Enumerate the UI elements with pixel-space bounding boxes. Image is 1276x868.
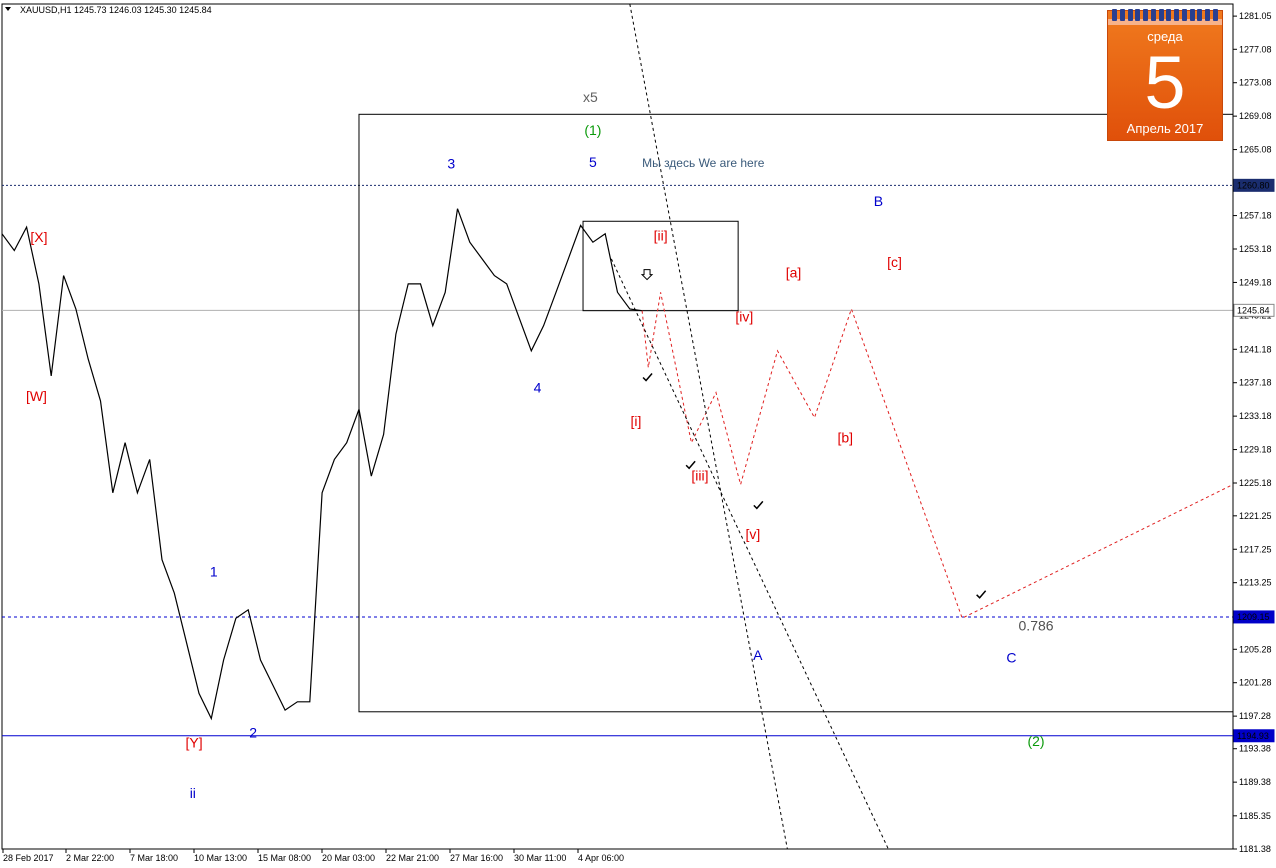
calendar-ring <box>1166 9 1172 21</box>
y-tick-label: 1185.35 <box>1239 811 1271 821</box>
check-icon <box>642 373 653 382</box>
wave-label: A <box>753 647 763 663</box>
wave-label: [b] <box>837 430 853 446</box>
trend-line <box>610 258 889 850</box>
y-tick-label: 1221.25 <box>1239 511 1272 521</box>
y-tick-label: 1229.18 <box>1239 445 1272 455</box>
calendar-ring <box>1112 9 1117 21</box>
x-tick-label: 28 Feb 2017 <box>3 853 54 863</box>
y-tick-label: 1273.08 <box>1239 78 1272 88</box>
calendar-ring <box>1127 9 1133 21</box>
y-tick-label: 1193.38 <box>1239 744 1271 754</box>
wave-label: ii <box>190 785 196 801</box>
wave-label: [Y] <box>185 735 202 751</box>
y-tick-label: 1237.18 <box>1239 378 1272 388</box>
wave-label: [c] <box>887 254 902 270</box>
y-tick-label: 1213.25 <box>1239 578 1272 588</box>
chart-header: XAUUSD,H1 1245.73 1246.03 1245.30 1245.8… <box>20 5 212 15</box>
calendar-ring <box>1135 9 1141 21</box>
y-tick-label: 1269.08 <box>1239 111 1272 121</box>
y-tick-label: 1281.05 <box>1239 11 1272 21</box>
wave-label: 0.786 <box>1019 618 1054 634</box>
wave-label: [ii] <box>654 227 668 243</box>
calendar-ring <box>1205 9 1211 21</box>
price-tag-label: 1245.84 <box>1237 305 1270 315</box>
x-tick-label: 22 Mar 21:00 <box>386 853 439 863</box>
y-tick-label: 1225.18 <box>1239 478 1272 488</box>
wave-label: x5 <box>583 89 598 105</box>
wave-label: (1) <box>584 122 601 138</box>
wave-label: [v] <box>746 526 761 542</box>
y-tick-label: 1257.18 <box>1239 211 1272 221</box>
arrow-down-icon <box>640 269 654 281</box>
wave-label: [iii] <box>691 467 708 483</box>
wave-label: [iv] <box>735 309 753 325</box>
calendar-ring <box>1181 9 1187 21</box>
calendar-ring <box>1212 9 1218 21</box>
calendar-month: Апрель 2017 <box>1126 121 1204 136</box>
wave-label: [W] <box>26 388 47 404</box>
x-tick-label: 15 Mar 08:00 <box>258 853 311 863</box>
x-tick-label: 4 Apr 06:00 <box>578 853 624 863</box>
calendar-ring <box>1158 9 1164 21</box>
y-tick-label: 1189.38 <box>1239 777 1271 787</box>
wave-label: Мы здесь We are here <box>642 156 765 170</box>
wave-label: 5 <box>589 154 597 170</box>
triangle-down-icon[interactable] <box>5 7 11 11</box>
y-tick-label: 1277.08 <box>1239 44 1272 54</box>
check-icon <box>976 590 987 599</box>
wave-label: [i] <box>631 413 642 429</box>
price-tag-label: 1194.93 <box>1237 731 1269 741</box>
y-tick-label: 1217.25 <box>1239 544 1272 554</box>
projection-path <box>641 292 1234 619</box>
y-tick-label: 1265.08 <box>1239 145 1272 155</box>
calendar-ring <box>1189 9 1195 21</box>
calendar-rings <box>1112 9 1218 23</box>
price-series-line <box>1 208 643 721</box>
calendar-ring <box>1143 9 1149 21</box>
calendar-widget: среда 5 Апрель 2017 <box>1107 9 1223 141</box>
wave-label: 2 <box>249 725 257 741</box>
price-tag-label: 1209.15 <box>1237 612 1270 622</box>
plot-frame <box>1 3 1234 850</box>
x-tick-label: 20 Mar 03:00 <box>322 853 375 863</box>
x-tick-label: 30 Mar 11:00 <box>514 853 566 863</box>
wave-label: C <box>1006 649 1016 665</box>
calendar-ring <box>1119 9 1125 21</box>
price-tag-label: 1260.80 <box>1237 180 1270 190</box>
wave-label: 3 <box>447 156 455 172</box>
trend-line <box>629 3 788 850</box>
price-chart[interactable]: [X] [W] [Y] ii 1 2 3 4 5 x5 (1) Мы здесь We are her… <box>0 0 1276 868</box>
x-tick-label: 10 Mar 13:00 <box>194 853 247 863</box>
y-tick-label: 1181.38 <box>1239 844 1271 854</box>
y-tick-label: 1249.18 <box>1239 277 1272 287</box>
y-tick-label: 1241.18 <box>1239 344 1272 354</box>
check-icon <box>753 500 764 510</box>
wave-label: B <box>874 193 883 209</box>
calendar-ring <box>1174 9 1180 21</box>
y-tick-label: 1201.28 <box>1239 678 1272 688</box>
x-tick-label: 27 Mar 16:00 <box>450 853 503 863</box>
calendar-day: 5 <box>1144 41 1186 124</box>
y-tick-label: 1205.28 <box>1239 644 1272 654</box>
wave-label: 1 <box>210 563 218 579</box>
wave-label: [X] <box>30 229 47 245</box>
calendar-ring <box>1150 9 1156 21</box>
x-tick-label: 7 Mar 18:00 <box>130 853 178 863</box>
y-tick-label: 1253.18 <box>1239 244 1272 254</box>
analysis-box <box>358 113 1234 713</box>
y-tick-label: 1197.28 <box>1239 711 1271 721</box>
y-tick-label: 1233.18 <box>1239 411 1272 421</box>
wave-label: (2) <box>1027 733 1044 749</box>
calendar-ring <box>1197 9 1203 21</box>
x-tick-label: 2 Mar 22:00 <box>66 853 114 863</box>
wave-label: 4 <box>534 380 542 396</box>
wave-label: [a] <box>786 264 802 280</box>
